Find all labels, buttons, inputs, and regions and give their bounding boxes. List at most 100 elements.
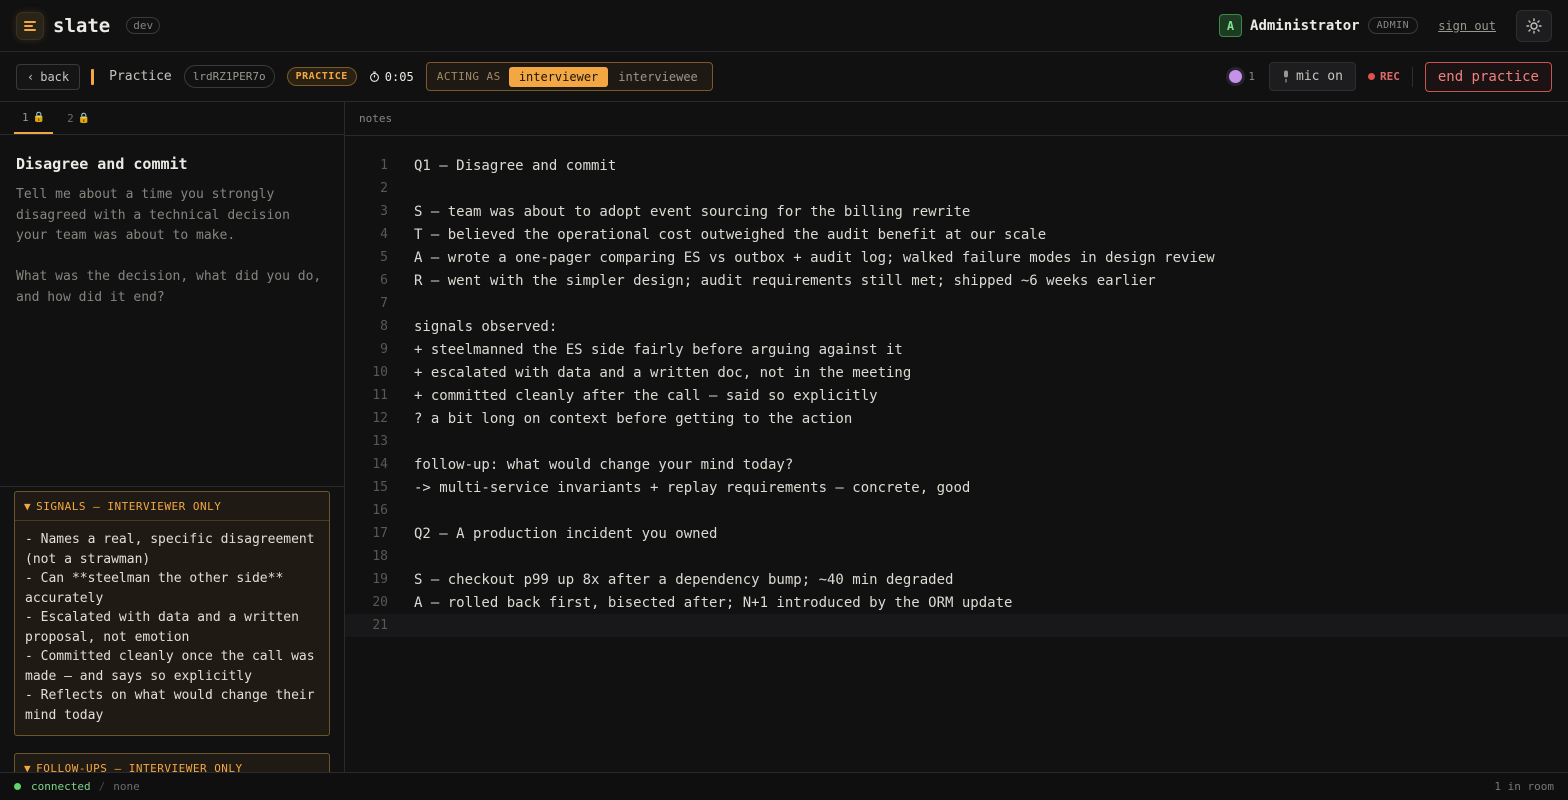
line-number: 4 [380, 227, 388, 242]
line-number: 10 [372, 365, 388, 380]
stopwatch-icon [369, 71, 379, 82]
line-text: + committed cleanly after the call — sai… [414, 387, 878, 404]
tab-label: 1 [22, 110, 29, 124]
end-practice-button[interactable]: end practice [1424, 61, 1552, 92]
back-label: back [40, 69, 70, 84]
line-number: 1 [380, 158, 388, 173]
signals-header[interactable]: ▼ SIGNALS — INTERVIEWER ONLY [15, 492, 329, 521]
tab-label: 2 [67, 111, 74, 125]
room-code[interactable]: lrdRZ1PER7o [183, 65, 275, 88]
tab-question-1[interactable]: 1 🔒 [14, 102, 54, 134]
editor-line[interactable]: 4 T — believed the operational cost outwe… [345, 223, 1568, 246]
theme-toggle-button[interactable] [1516, 9, 1552, 42]
editor-line[interactable]: 7 [345, 292, 1568, 315]
editor-line[interactable]: 9 + steelmanned the ES side fairly before… [345, 338, 1568, 361]
editor-lines: 1 Q1 — Disagree and commit 2 3 S — team was … [345, 136, 1568, 637]
editor-line[interactable]: 19 S — checkout p99 up 8x after a depende… [345, 568, 1568, 591]
question-body: Tell me about a time you strongly disagr… [16, 187, 322, 305]
line-number: 20 [372, 595, 388, 610]
sun-icon [1526, 17, 1542, 34]
line-text: + escalated with data and a written doc,… [414, 364, 912, 381]
editor-line[interactable]: 6 R — went with the simpler design; audit… [345, 269, 1568, 292]
back-button[interactable]: ‹ back [16, 63, 81, 90]
question-tabs: 1 🔒 2 🔒 [0, 102, 344, 135]
acting-as-switcher: ACTING AS interviewer interviewee [425, 62, 713, 91]
practice-badge: PRACTICE [286, 67, 357, 86]
line-text: ? a bit long on context before getting t… [414, 410, 853, 427]
connection-dot-icon [14, 783, 21, 790]
followups-section: ▼ FOLLOW-UPS — INTERVIEWER ONLY [14, 753, 330, 772]
microphone-icon [1284, 70, 1288, 83]
line-number: 15 [372, 480, 388, 495]
editor-line[interactable]: 18 [345, 545, 1568, 568]
chevron-left-icon: ‹ [27, 69, 35, 84]
presence-indicator: 1 [1229, 70, 1255, 83]
question-title: Disagree and commit [16, 155, 188, 173]
notes-editor[interactable]: notes 1 Q1 — Disagree and commit 2 3 S — tea… [345, 102, 1568, 772]
editor-line[interactable]: 15 -> multi-service invariants + replay r… [345, 476, 1568, 499]
line-text: R — went with the simpler design; audit … [414, 272, 1156, 289]
editor-tab-notes: notes [345, 102, 1568, 136]
presence-dot [1229, 70, 1243, 83]
status-bar: connected / none 1 in room [0, 772, 1568, 800]
role-interviewee-button[interactable]: interviewee [608, 67, 707, 87]
line-number: 12 [372, 411, 388, 426]
triangle-down-icon: ▼ [24, 499, 32, 513]
line-number: 9 [380, 342, 388, 357]
accent-bar [91, 68, 95, 85]
editor-line[interactable]: 11 + committed cleanly after the call — s… [345, 384, 1568, 407]
editor-line[interactable]: 10 + escalated with data and a written do… [345, 361, 1568, 384]
mic-toggle-button[interactable]: mic on [1269, 62, 1356, 91]
room-count: 1 in room [1494, 780, 1554, 793]
editor-line[interactable]: 3 S — team was about to adopt event sourc… [345, 200, 1568, 223]
followups-header[interactable]: ▼ FOLLOW-UPS — INTERVIEWER ONLY [15, 754, 329, 772]
mode-title: Practice [109, 69, 172, 84]
signals-body: - Names a real, specific disagreement (n… [25, 532, 315, 723]
editor-line[interactable]: 17 Q2 — A production incident you owned [345, 522, 1568, 545]
editor-line[interactable]: 14 follow-up: what would change your mind… [345, 453, 1568, 476]
record-dot-icon [1367, 73, 1375, 80]
line-number: 16 [372, 503, 388, 518]
role-badge: ADMIN [1367, 17, 1419, 34]
peer-status: none [113, 780, 140, 793]
menu-lines-icon [24, 20, 36, 31]
timer-value: 0:05 [384, 69, 414, 84]
lock-icon: 🔒 [77, 112, 91, 124]
editor-line[interactable]: 12 ? a bit long on context before getting… [345, 407, 1568, 430]
editor-line[interactable]: 16 [345, 499, 1568, 522]
rec-label: REC [1379, 70, 1400, 83]
signals-title: SIGNALS — INTERVIEWER ONLY [36, 499, 222, 513]
separator: / [98, 780, 106, 793]
editor-line[interactable]: 2 [345, 177, 1568, 200]
sign-out-link[interactable]: sign out [1438, 19, 1496, 33]
lock-icon: 🔒 [32, 111, 46, 123]
question-panel: 1 🔒 2 🔒 Disagree and commit Tell me abou… [0, 102, 345, 772]
line-number: 11 [372, 388, 388, 403]
acting-as-label: ACTING AS [436, 70, 501, 83]
editor-line[interactable]: 5 A — wrote a one-pager comparing ES vs o… [345, 246, 1568, 269]
line-number: 3 [380, 204, 388, 219]
line-text: + steelmanned the ES side fairly before … [414, 341, 903, 358]
role-interviewer-button[interactable]: interviewer [508, 66, 609, 87]
tab-question-2[interactable]: 2 🔒 [59, 102, 98, 134]
line-text: Q1 — Disagree and commit [414, 157, 617, 174]
user-name: Administrator [1250, 17, 1360, 34]
editor-line[interactable]: 20 A — rolled back first, bisected after;… [345, 591, 1568, 614]
connection-status: connected [31, 780, 91, 793]
line-number: 8 [380, 319, 388, 334]
brand-name: slate [53, 14, 111, 37]
divider [0, 486, 344, 487]
line-number: 18 [372, 549, 388, 564]
editor-line[interactable]: 13 [345, 430, 1568, 453]
line-number: 21 [372, 618, 388, 633]
editor-line[interactable]: 21 [345, 614, 1568, 637]
line-number: 17 [372, 526, 388, 541]
line-text: -> multi-service invariants + replay req… [414, 479, 971, 496]
editor-line[interactable]: 8 signals observed: [345, 315, 1568, 338]
env-badge: dev [126, 17, 161, 34]
logo[interactable] [16, 11, 44, 40]
line-text: A — wrote a one-pager comparing ES vs ou… [414, 249, 1215, 266]
line-number: 19 [372, 572, 388, 587]
editor-line[interactable]: 1 Q1 — Disagree and commit [345, 154, 1568, 177]
signals-section: ▼ SIGNALS — INTERVIEWER ONLY - Names a r… [14, 491, 330, 736]
